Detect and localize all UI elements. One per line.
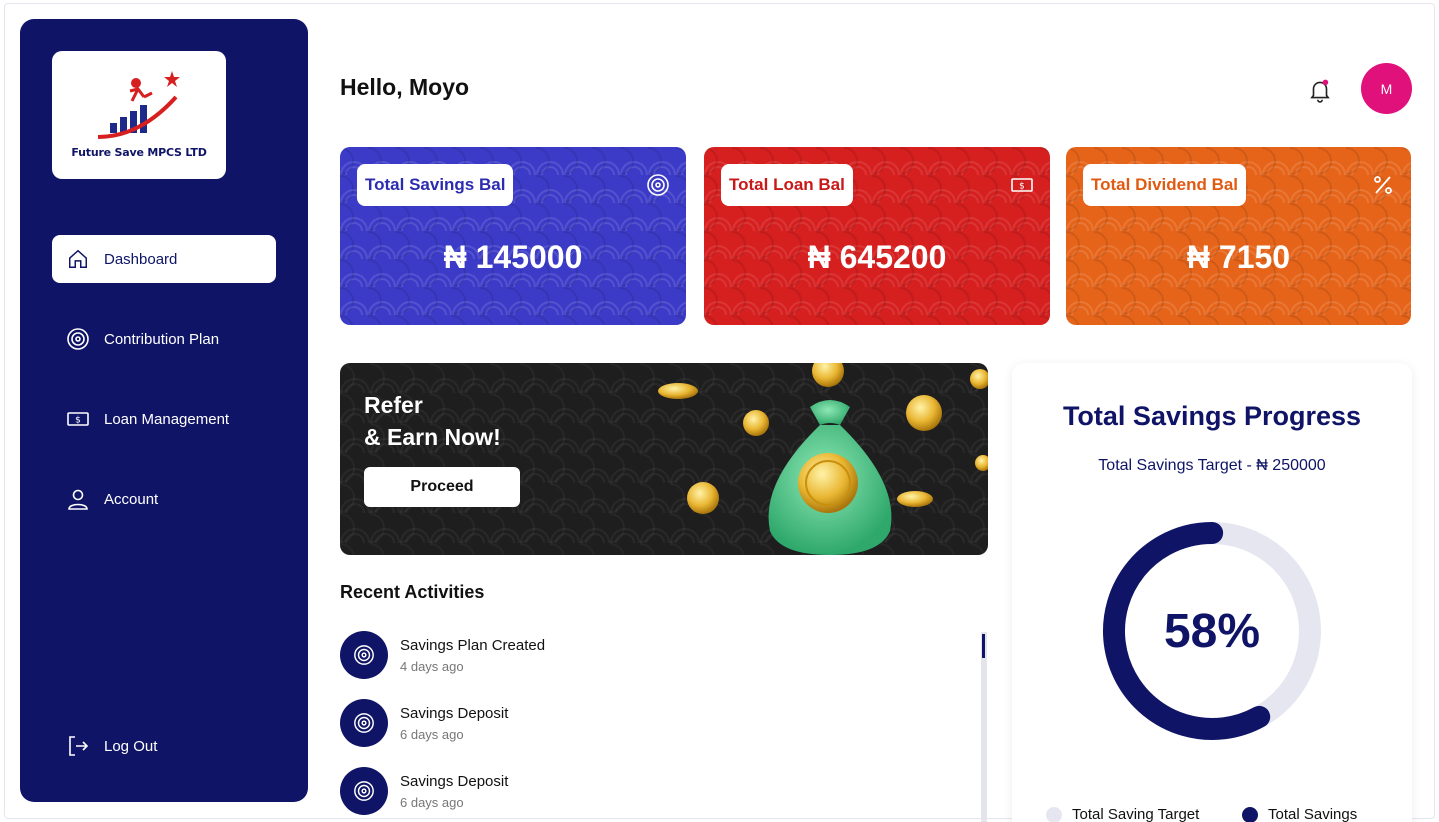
progress-title: Total Savings Progress <box>1062 401 1362 431</box>
cash-icon: $ <box>1011 178 1033 192</box>
sidebar-item-label: Dashboard <box>104 250 178 268</box>
dividend-balance-card[interactable]: Total Dividend Bal ₦ 7150 <box>1066 147 1411 325</box>
notification-bell-icon[interactable] <box>1307 77 1333 103</box>
activities-scrollbar-thumb[interactable] <box>982 634 985 658</box>
svg-text:$: $ <box>75 416 81 426</box>
sidebar-item-account[interactable]: Account <box>52 475 276 523</box>
activity-title: Savings Plan Created <box>400 636 546 654</box>
logout-label: Log Out <box>104 737 158 755</box>
activity-title: Savings Deposit <box>400 704 509 722</box>
legend-target-label: Total Saving Target <box>1072 806 1200 822</box>
legend-target: Total Saving Target <box>1046 806 1199 822</box>
cash-icon: $ <box>66 407 90 431</box>
home-icon <box>66 247 90 271</box>
user-avatar[interactable]: M <box>1361 63 1412 114</box>
activities-scrollbar[interactable] <box>981 632 987 822</box>
target-icon <box>66 327 90 351</box>
svg-text:$: $ <box>1019 182 1025 192</box>
user-icon <box>66 487 90 511</box>
activity-item[interactable]: Savings Deposit 6 days ago <box>340 767 508 815</box>
company-logo[interactable]: Future Save MPCS LTD <box>52 51 226 179</box>
activity-item[interactable]: Savings Plan Created 4 days ago <box>340 631 545 679</box>
logout-button[interactable]: Log Out <box>52 722 276 770</box>
activity-time: 4 days ago <box>400 658 464 674</box>
dividend-balance-label: Total Dividend Bal <box>1083 164 1247 206</box>
banner-title: Refer & Earn Now! <box>364 389 501 453</box>
activity-time: 6 days ago <box>400 794 464 810</box>
banner-line-1: Refer <box>364 392 423 418</box>
activity-title: Savings Deposit <box>400 772 509 790</box>
target-icon <box>340 699 388 747</box>
sidebar-item-dashboard[interactable]: Dashboard <box>52 235 276 283</box>
savings-progress-card: Total Savings Progress Total Savings Tar… <box>1012 363 1412 822</box>
recent-activities-title: Recent Activities <box>340 582 485 602</box>
logo-text: Future Save MPCS LTD <box>71 146 207 159</box>
sidebar-item-loan-management[interactable]: $ Loan Management <box>52 395 276 443</box>
sidebar-item-contribution-plan[interactable]: Contribution Plan <box>52 315 276 363</box>
activity-time: 6 days ago <box>400 726 464 742</box>
legend-savings: Total Savings <box>1242 806 1357 822</box>
sidebar: Future Save MPCS LTD Dashboard Contribut… <box>20 19 308 802</box>
sidebar-item-label: Account <box>104 490 159 508</box>
sidebar-item-label: Contribution Plan <box>104 330 220 348</box>
target-icon <box>340 631 388 679</box>
legend-target-dot <box>1046 806 1062 822</box>
page-greeting: Hello, Moyo <box>340 74 470 100</box>
legend-savings-label: Total Savings <box>1268 806 1358 822</box>
logout-icon <box>66 734 90 758</box>
loan-balance-amount: ₦ 645200 <box>807 239 947 275</box>
banner-line-2: & Earn Now! <box>364 424 501 450</box>
activity-item[interactable]: Savings Deposit 6 days ago <box>340 699 508 747</box>
legend-savings-dot <box>1242 806 1258 822</box>
savings-balance-amount: ₦ 145000 <box>443 239 583 275</box>
progress-target-text: Total Savings Target - ₦ 250000 <box>1098 457 1326 474</box>
refer-banner: Refer & Earn Now! Proceed <box>340 363 988 555</box>
loan-balance-label: Total Loan Bal <box>721 164 853 206</box>
savings-balance-card[interactable]: Total Savings Bal ₦ 145000 <box>340 147 686 325</box>
logo-graphic <box>97 71 180 139</box>
loan-balance-card[interactable]: Total Loan Bal $ ₦ 645200 <box>704 147 1050 325</box>
sidebar-item-label: Loan Management <box>104 410 230 428</box>
percent-icon <box>1374 176 1392 194</box>
dividend-balance-amount: ₦ 7150 <box>1186 239 1291 275</box>
proceed-button[interactable]: Proceed <box>364 467 520 507</box>
target-icon <box>647 174 669 196</box>
progress-percent: 58% <box>1163 604 1261 658</box>
savings-balance-label: Total Savings Bal <box>357 164 514 206</box>
target-icon <box>340 767 388 815</box>
